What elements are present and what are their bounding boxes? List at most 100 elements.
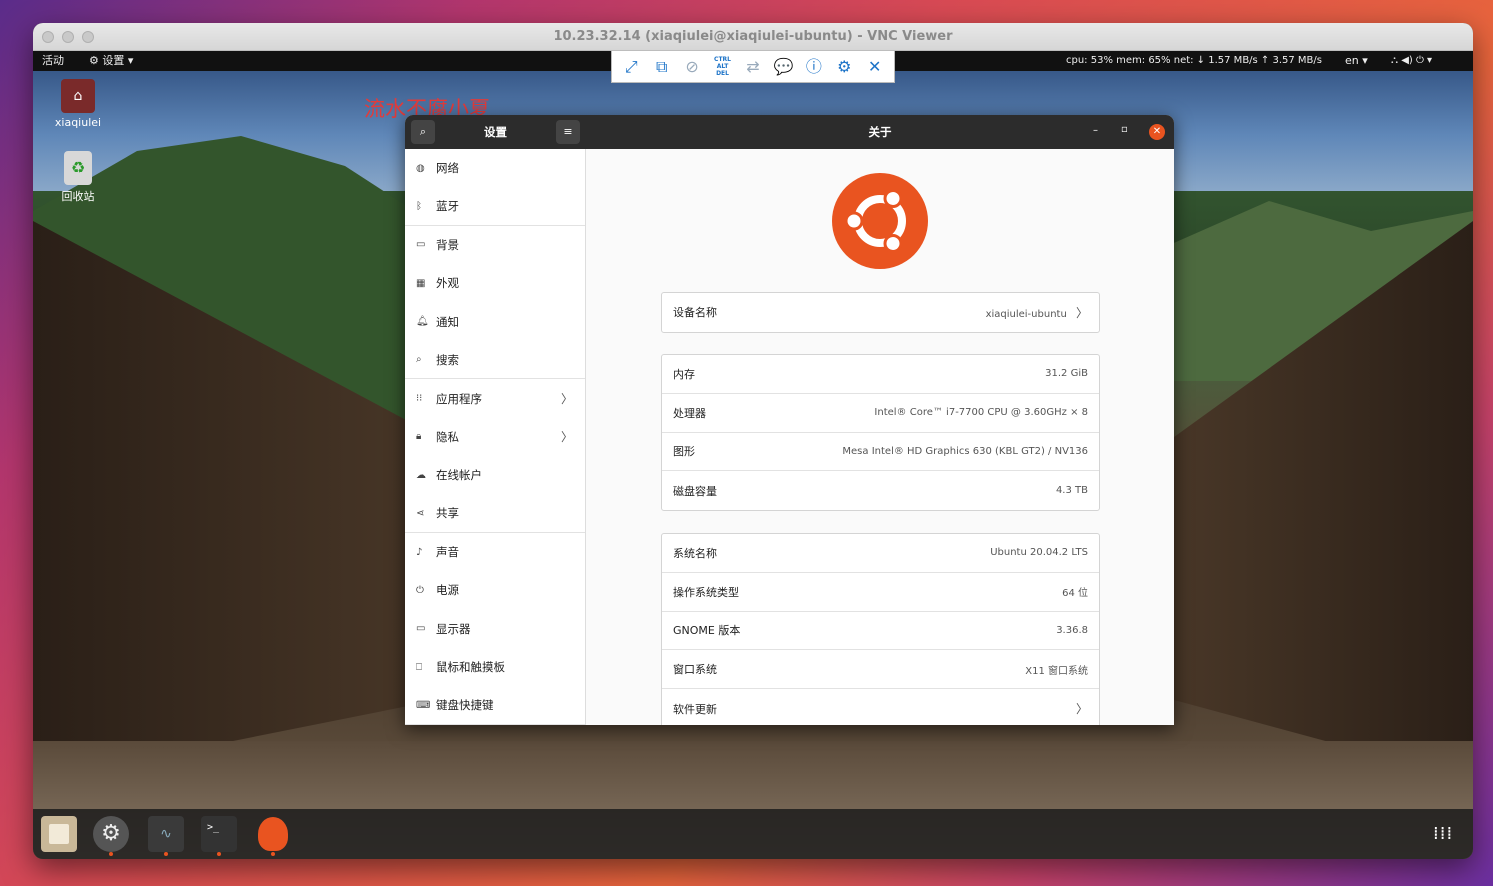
dock: ⚙ ∿ >_ ⁞⁞⁞ xyxy=(33,809,1473,859)
info-label: 磁盘容量 xyxy=(673,484,717,498)
gear-icon: ⚙ xyxy=(89,54,103,67)
info-label: GNOME 版本 xyxy=(673,624,741,638)
info-label: 操作系统类型 xyxy=(673,585,739,599)
sidebar-item[interactable]: ♪ 声音 xyxy=(405,533,585,571)
hardware-row: 处理器 Intel® Core™ i7-7700 CPU @ 3.60GHz × … xyxy=(662,394,1099,433)
sidebar-item-label: 在线帐户 xyxy=(436,468,482,483)
gear-icon[interactable]: ⚙ xyxy=(833,56,855,78)
background-icon: ▭ xyxy=(416,239,426,251)
info-label: 窗口系统 xyxy=(673,663,717,677)
software-row: GNOME 版本 3.36.8 xyxy=(662,612,1099,651)
info-label: 软件更新 xyxy=(673,702,717,716)
info-value: 64 位 xyxy=(1062,588,1088,600)
chevron-right-icon: 〉 xyxy=(1075,702,1088,717)
chevron-right-icon: 〉 xyxy=(560,392,573,407)
fullscreen-icon[interactable]: ⤢ xyxy=(620,56,642,78)
hardware-row: 磁盘容量 4.3 TB xyxy=(662,471,1099,510)
network-icon: ◍ xyxy=(416,162,425,174)
home-folder-label: xiaqiulei xyxy=(54,116,102,129)
software-row: 窗口系统 X11 窗口系统 xyxy=(662,650,1099,690)
sidebar-item[interactable]: ᛒ 蓝牙 xyxy=(405,187,585,226)
show-applications-icon[interactable]: ⁞⁞⁞ xyxy=(1433,823,1453,844)
app-menu[interactable]: ⚙ 设置 ▾ xyxy=(89,51,133,71)
ubuntu-logo xyxy=(832,173,928,269)
sidebar-item-label: 隐私 xyxy=(436,429,459,444)
maximize-button[interactable]: ▫ xyxy=(1121,124,1128,135)
info-value: Intel® Core™ i7-7700 CPU @ 3.60GHz × 8 xyxy=(874,407,1088,419)
system-status-area[interactable]: ⛬ ◀) ⏻ ▾ xyxy=(1391,51,1432,71)
sidebar-item[interactable]: ⁝⁝ 应用程序 〉 xyxy=(405,379,585,417)
sidebar-item-label: 通知 xyxy=(436,314,459,329)
ctrl-alt-del-button[interactable]: CTRL ALT DEL xyxy=(712,56,734,78)
sidebar-item[interactable]: ⏻ 电源 xyxy=(405,571,585,609)
sidebar-item[interactable]: ⋖ 共享 xyxy=(405,495,585,533)
sidebar-item-label: 网络 xyxy=(436,161,459,176)
info-value: Mesa Intel® HD Graphics 630 (KBL GT2) / … xyxy=(842,445,1088,457)
sidebar-item[interactable]: ⌨ 键盘快捷键 xyxy=(405,686,585,725)
software-row[interactable]: 软件更新 〉 xyxy=(662,689,1099,725)
bird-app-icon[interactable] xyxy=(255,816,291,856)
music-note-icon: ♪ xyxy=(416,546,423,558)
sidebar-item[interactable]: ▭ 背景 xyxy=(405,226,585,264)
info-icon[interactable]: ⓘ xyxy=(803,56,825,78)
info-value: 31.2 GiB xyxy=(1045,368,1088,380)
close-icon: ✕ xyxy=(1152,126,1162,137)
power-icon: ⏻ ▾ xyxy=(1415,55,1433,66)
scale-icon[interactable]: ⧉ xyxy=(651,56,673,78)
bluetooth-icon: ᛒ xyxy=(416,200,422,212)
hardware-card: 内存 31.2 GiB 处理器 Intel® Core™ i7-7700 CPU @ … xyxy=(661,354,1100,512)
hardware-row: 内存 31.2 GiB xyxy=(662,355,1099,394)
menu-icon: ≡ xyxy=(563,125,573,138)
device-name-row[interactable]: 设备名称 xiaqiulei-ubuntu 〉 xyxy=(662,293,1099,332)
sidebar-item[interactable]: ▭ 显示器 xyxy=(405,610,585,648)
device-name-card: 设备名称 xiaqiulei-ubuntu 〉 xyxy=(661,292,1100,333)
keyboard-icon: ⌨ xyxy=(416,699,431,711)
sidebar-item[interactable]: ⎕ 鼠标和触摸板 xyxy=(405,648,585,686)
sidebar-item-label: 搜索 xyxy=(436,352,459,367)
language-menu[interactable]: en ▾ xyxy=(1345,51,1368,71)
info-value: Ubuntu 20.04.2 LTS xyxy=(990,547,1088,559)
info-value: 3.36.8 xyxy=(1056,624,1088,636)
minimize-traffic-light[interactable] xyxy=(62,31,74,43)
share-icon: ⋖ xyxy=(416,507,425,519)
sidebar-item[interactable]: 🔒︎ 隐私 〉 xyxy=(405,418,585,456)
remote-desktop[interactable]: 活动 ⚙ 设置 ▾ cpu: 53% mem: 65% net: ↓ 1.57 … xyxy=(33,51,1473,859)
zoom-traffic-light[interactable] xyxy=(82,31,94,43)
desktop-home-folder[interactable]: ⌂ xiaqiulei xyxy=(43,79,113,129)
info-label: 系统名称 xyxy=(673,546,717,560)
chevron-right-icon: 〉 xyxy=(1075,305,1088,320)
sidebar-item[interactable]: ⌕ 搜索 xyxy=(405,341,585,380)
minimize-button[interactable]: – xyxy=(1093,125,1098,136)
sidebar-item-label: 鼠标和触摸板 xyxy=(436,660,505,675)
vnc-toolbar: ⤢ ⧉ ⊘ CTRL ALT DEL ⇄ 💬 ⓘ ⚙ ✕ xyxy=(611,51,895,83)
sidebar-item[interactable]: ☁ 在线帐户 xyxy=(405,456,585,494)
sidebar-item[interactable]: ▦ 外观 xyxy=(405,264,585,302)
sidebar-item[interactable]: ◍ 网络 xyxy=(405,149,585,187)
mute-icon[interactable]: ⊘ xyxy=(681,56,703,78)
trash-label: 回收站 xyxy=(61,190,95,203)
chat-icon[interactable]: 💬 xyxy=(772,56,794,78)
close-button[interactable]: ✕ xyxy=(1149,124,1165,140)
close-traffic-light[interactable] xyxy=(42,31,54,43)
sidebar-item-label: 应用程序 xyxy=(436,391,482,406)
hamburger-menu-button[interactable]: ≡ xyxy=(556,120,580,144)
sidebar-item-label: 声音 xyxy=(436,545,459,560)
close-icon[interactable]: ✕ xyxy=(864,56,886,78)
system-monitor-app-icon[interactable]: ∿ xyxy=(148,816,184,856)
power-icon: ⏻ xyxy=(416,584,424,596)
apps-grid-icon: ⁝⁝ xyxy=(416,393,423,405)
appearance-icon: ▦ xyxy=(416,277,426,289)
desktop-trash[interactable]: ♻ 回收站 xyxy=(43,151,113,204)
settings-app-icon[interactable]: ⚙ xyxy=(93,816,129,856)
search-icon: ⌕ xyxy=(416,354,422,366)
home-folder-icon: ⌂ xyxy=(61,79,95,113)
activities-button[interactable]: 活动 xyxy=(42,51,64,71)
ubuntu-circle-of-friends-icon xyxy=(844,189,906,253)
software-row: 系统名称 Ubuntu 20.04.2 LTS xyxy=(662,534,1099,573)
window-titlebar: 10.23.32.14 (xiaqiulei@xiaqiulei-ubuntu)… xyxy=(33,23,1473,51)
files-app-icon[interactable] xyxy=(41,816,77,852)
terminal-app-icon[interactable]: >_ xyxy=(201,816,237,856)
info-value: X11 窗口系统 xyxy=(1025,665,1088,677)
sidebar-item[interactable]: 🔔︎ 通知 xyxy=(405,303,585,341)
transfer-icon[interactable]: ⇄ xyxy=(742,56,764,78)
